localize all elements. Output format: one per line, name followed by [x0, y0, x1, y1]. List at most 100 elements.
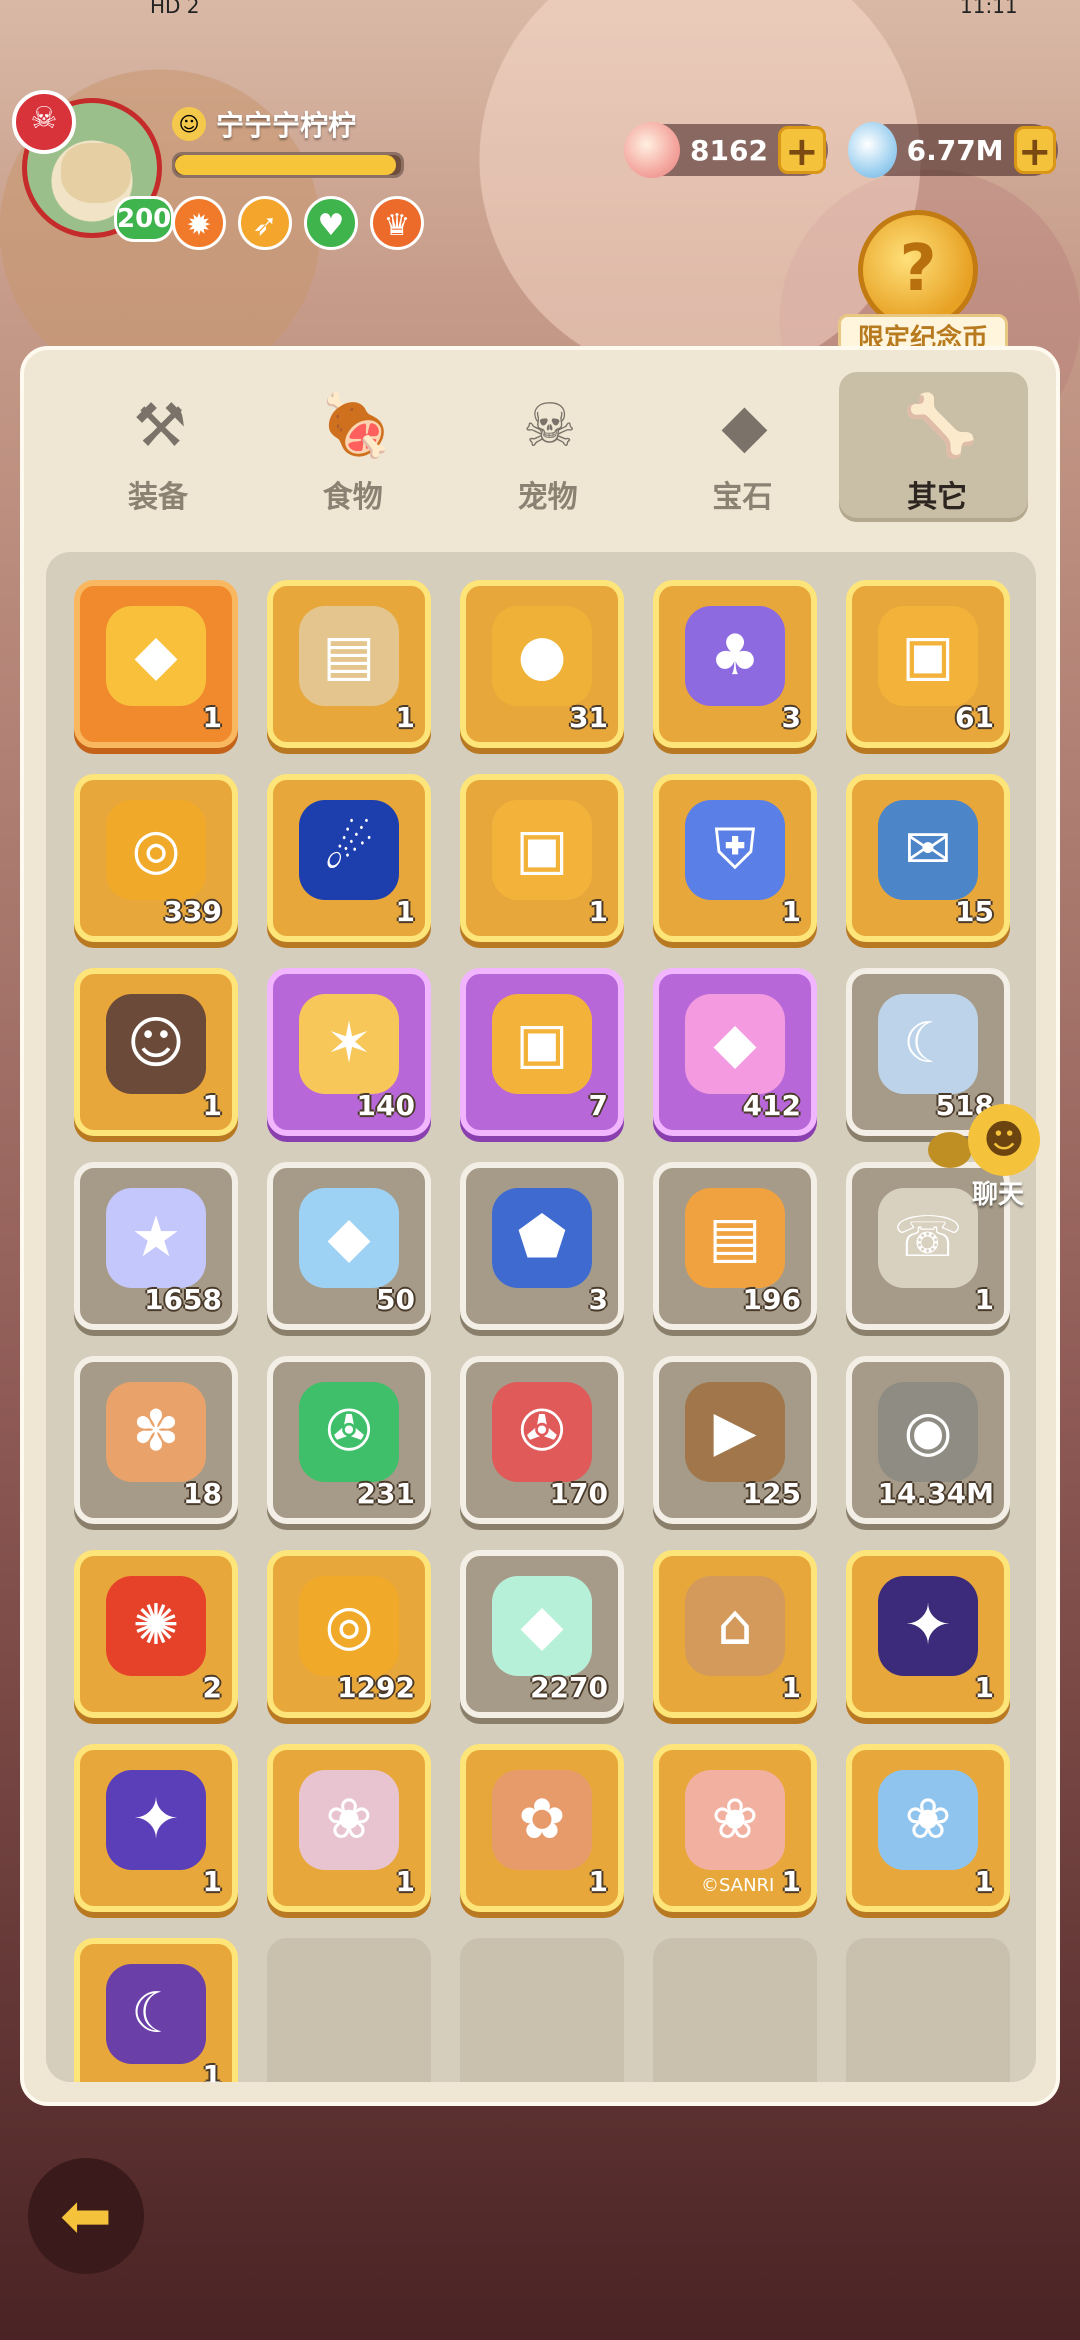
inventory-item[interactable]: ● 31 [460, 580, 624, 748]
inventory-item[interactable]: ✇ 170 [460, 1356, 624, 1524]
item-quantity: 1658 [144, 1283, 222, 1316]
tab-hammer[interactable]: ⚒ 装备 [60, 372, 249, 522]
inventory-item[interactable]: ◎ 339 [74, 774, 238, 942]
scroll-map-icon: ▤ [685, 1188, 785, 1288]
inventory-item[interactable]: ✉ 15 [846, 774, 1010, 942]
item-quantity: 231 [356, 1477, 415, 1510]
back-arrow-icon: ⬅ [60, 2179, 112, 2252]
skull-icon: ☠ [12, 90, 76, 154]
item-quantity: 1 [588, 1865, 608, 1898]
inventory-item[interactable]: ✺ 2 [74, 1550, 238, 1718]
chat-bubble-icon [928, 1132, 972, 1168]
shell-icon [624, 122, 680, 178]
caveman-portrait-icon: ☺ [106, 994, 206, 1094]
exp-bar [172, 152, 404, 178]
trophy-icon[interactable]: ♛ [370, 196, 424, 250]
inventory-item[interactable]: ☾ 1 [74, 1938, 238, 2082]
inventory-item[interactable]: ◆ 50 [267, 1162, 431, 1330]
item-quantity: 1 [202, 701, 222, 734]
tab-label: 宠物 [517, 480, 578, 515]
limited-coin-button[interactable]: ? 限定纪念币 [828, 210, 1018, 360]
inventory-item[interactable]: ✦ 1 [846, 1550, 1010, 1718]
smile-icon: ☺ [172, 107, 206, 141]
item-quantity: 7 [588, 1089, 608, 1122]
inventory-item[interactable]: ❀ ©SANRI 1 [653, 1744, 817, 1912]
item-quantity: 61 [955, 701, 994, 734]
inventory-item[interactable]: ✽ 18 [74, 1356, 238, 1524]
inventory-grid-area[interactable]: ◆ 1 ▤ 1 ● 31 ♣ 3 ▣ 61 ◎ 339 ☄ 1 ▣ 1 ⛨ 1 ✉ 15 ☺ 1 ✶ 140 ▣ 7 ◆ 412 ☾ 51… [46, 552, 1036, 2082]
inventory-item[interactable]: ⌂ 1 [653, 1550, 817, 1718]
player-name-row: ☺ 宁宁宁柠柠 [172, 104, 356, 144]
inventory-item[interactable]: ◆ 2270 [460, 1550, 624, 1718]
red-ticket-icon: ✇ [492, 1382, 592, 1482]
tab-label: 装备 [128, 480, 188, 515]
star-crystal-icon: ★ [106, 1188, 206, 1288]
inventory-item[interactable]: ◆ 1 [74, 580, 238, 748]
empty-slot [267, 1938, 431, 2082]
level-badge: 200 [114, 196, 174, 242]
shell-amount: 8162 [690, 133, 768, 167]
inventory-item[interactable]: ✇ 231 [267, 1356, 431, 1524]
card-swap-icon: ▤ [299, 606, 399, 706]
tab-gem[interactable]: ◆ 宝石 [644, 372, 833, 522]
inventory-item[interactable]: ▣ 7 [460, 968, 624, 1136]
tab-meat[interactable]: 🍖 食物 [255, 372, 444, 522]
inventory-item[interactable]: ✶ 140 [267, 968, 431, 1136]
play-ticket-icon: ▶ [685, 1382, 785, 1482]
empty-slot [653, 1938, 817, 2082]
inventory-item[interactable]: ♣ 3 [653, 580, 817, 748]
inventory-item[interactable]: ▣ 1 [460, 774, 624, 942]
item-quantity: 1 [202, 1865, 222, 1898]
item-quantity: 50 [376, 1283, 415, 1316]
inventory-item[interactable]: ✦ 1 [74, 1744, 238, 1912]
inventory-item[interactable]: ▣ 61 [846, 580, 1010, 748]
heart-icon[interactable]: ♥ [304, 196, 358, 250]
item-quantity: 1 [781, 1671, 801, 1704]
inventory-item[interactable]: ◆ 412 [653, 968, 817, 1136]
inventory-item[interactable]: ▶ 125 [653, 1356, 817, 1524]
empty-slot [846, 1938, 1010, 2082]
inventory-item[interactable]: ◉ 14.34M [846, 1356, 1010, 1524]
sprint-icon[interactable]: ➶ [238, 196, 292, 250]
add-gems-button[interactable]: + [1013, 126, 1056, 175]
inventory-item[interactable]: ⛨ 1 [653, 774, 817, 942]
gem-currency: 6.77M + [848, 122, 1058, 178]
fossil-icon: ☠ [522, 391, 577, 461]
stamp-photo-icon: ✿ [492, 1770, 592, 1870]
inventory-item[interactable]: ❀ 1 [846, 1744, 1010, 1912]
meat-icon: 🍖 [318, 391, 394, 461]
chat-button[interactable]: ☻ 聊天 [928, 1104, 1048, 1214]
add-shells-button[interactable]: + [777, 126, 826, 175]
sun-icon[interactable]: ✹ [172, 196, 226, 250]
item-quantity: 31 [569, 701, 608, 734]
moon-shard-icon: ☾ [878, 994, 978, 1094]
inventory-item[interactable]: ⬟ 3 [460, 1162, 624, 1330]
item-quantity: 140 [356, 1089, 415, 1122]
item-quantity: 2270 [530, 1671, 608, 1704]
space-poster-icon: ✦ [878, 1576, 978, 1676]
inventory-grid: ◆ 1 ▤ 1 ● 31 ♣ 3 ▣ 61 ◎ 339 ☄ 1 ▣ 1 ⛨ 1 ✉ 15 ☺ 1 ✶ 140 ▣ 7 ◆ 412 ☾ 51… [74, 580, 1010, 2082]
inventory-item[interactable]: ☄ 1 [267, 774, 431, 942]
inventory-item[interactable]: ✿ 1 [460, 1744, 624, 1912]
pig-photo-icon: ❀ [299, 1770, 399, 1870]
inventory-item[interactable]: ▤ 1 [267, 580, 431, 748]
item-quantity: 15 [955, 895, 994, 928]
paw-ticket-icon: ✽ [106, 1382, 206, 1482]
desert-diorama-icon: ⌂ [685, 1576, 785, 1676]
player-avatar[interactable]: ☠ 200 [12, 90, 174, 246]
cake-coin-icon: ● [492, 606, 592, 706]
item-quantity: 1 [974, 1283, 994, 1316]
horned-chest-icon: ▣ [878, 606, 978, 706]
inventory-item[interactable]: ★ 1658 [74, 1162, 238, 1330]
inventory-item[interactable]: ▤ 196 [653, 1162, 817, 1330]
chick-crystal-icon: ◆ [106, 606, 206, 706]
sanrio-photo-icon: ❀ [685, 1770, 785, 1870]
back-button[interactable]: ⬅ [28, 2158, 144, 2274]
inventory-item[interactable]: ❀ 1 [267, 1744, 431, 1912]
inventory-item[interactable]: ◎ 1292 [267, 1550, 431, 1718]
tab-bone[interactable]: 🦴 其它 [839, 372, 1028, 522]
tab-fossil[interactable]: ☠ 宠物 [450, 372, 639, 522]
item-quantity: 1 [974, 1671, 994, 1704]
inventory-item[interactable]: ☺ 1 [74, 968, 238, 1136]
item-quantity: 1 [781, 1865, 801, 1898]
